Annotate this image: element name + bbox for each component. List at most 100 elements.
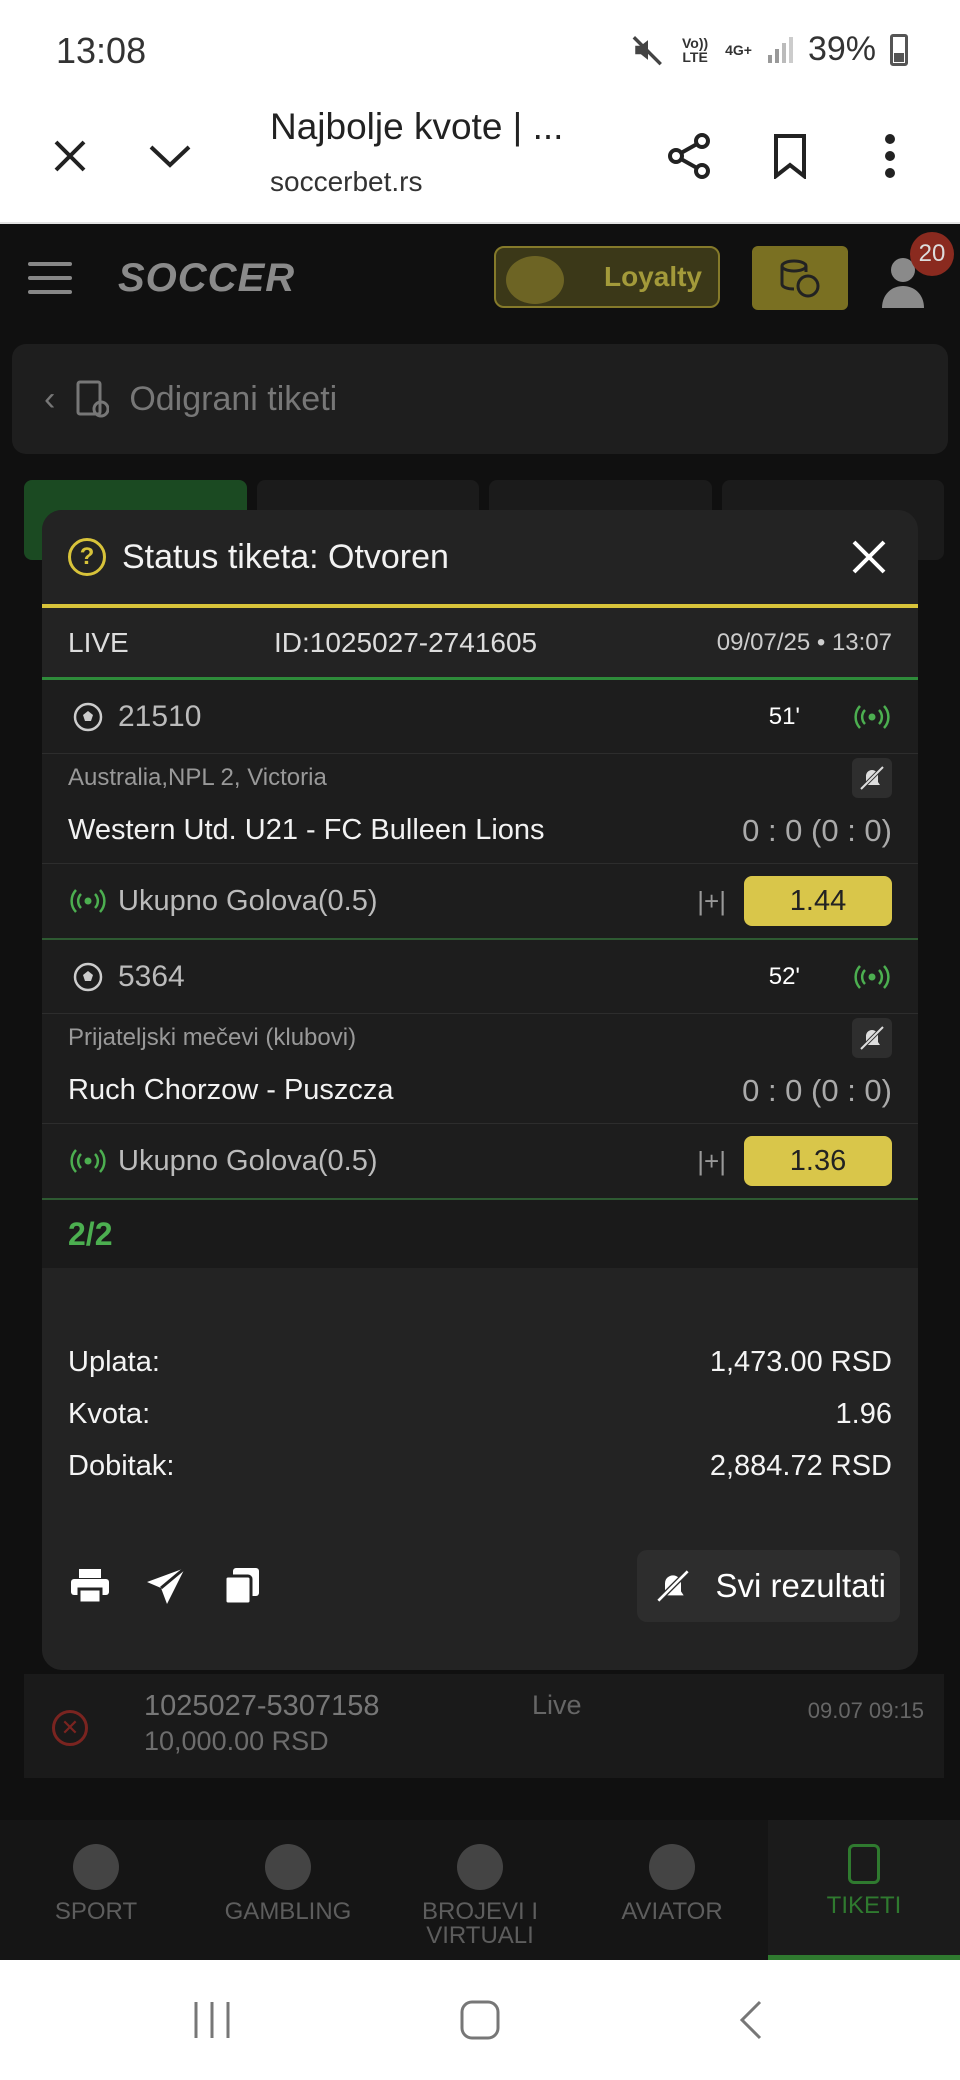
live-broadcast-icon [70, 889, 106, 913]
ticket-datetime: 09/07/25 • 13:07 [716, 628, 892, 656]
bell-off-icon[interactable] [852, 758, 892, 798]
ticket-list-row[interactable]: ✕ 1025027-5307158 10,000.00 RSD Live 09.… [24, 1674, 944, 1778]
bell-off-icon[interactable] [852, 1018, 892, 1058]
total-odd-value: 1.96 [835, 1398, 892, 1430]
payout-row: Dobitak: 2,884.72 RSD [68, 1450, 892, 1502]
event-code: 21510 [118, 699, 202, 733]
back-icon[interactable] [730, 2000, 774, 2040]
match-teams: Ruch Chorzow - Puszcza [68, 1074, 394, 1106]
site-logo[interactable]: SOCCER [118, 256, 295, 301]
pick-symbol: |+| [697, 885, 726, 916]
stake-value: 1,473.00 RSD [709, 1346, 892, 1378]
chevron-down-icon[interactable] [140, 126, 200, 186]
loyalty-button[interactable]: Loyalty [494, 246, 720, 308]
nav-label: SPORT [54, 1898, 138, 1925]
cherries-icon [265, 1844, 311, 1890]
network-label: 4G+ [725, 41, 752, 58]
basketball-icon [73, 1844, 119, 1890]
print-icon[interactable] [68, 1564, 112, 1608]
total-odd-label: Kvota: [68, 1398, 151, 1430]
mute-icon [632, 35, 663, 65]
league-name: Prijateljski mečevi (klubovi) [68, 1024, 357, 1051]
event-match-row: Ruch Chorzow - Puszcza 0 : 0 (0 : 0) [42, 1058, 918, 1124]
notification-badge: 20 [910, 232, 954, 276]
lottery-ball-icon [457, 1844, 503, 1890]
ticket-type: LIVE [68, 626, 129, 658]
live-broadcast-icon [854, 704, 890, 729]
event-card: 5364 52' Prijateljski mečevi (klubovi) R… [42, 940, 918, 1200]
site-header: SOCCER Loyalty 20 [0, 224, 960, 332]
section-header: ‹ Odigrani tiketi [12, 344, 948, 454]
loyalty-coin-icon [506, 256, 564, 304]
nav-aviator[interactable]: AVIATOR [576, 1820, 768, 1960]
nav-tiketi[interactable]: TIKETI [768, 1820, 960, 1960]
battery-icon [890, 33, 908, 66]
ticket-status-modal: ? Status tiketa: Otvoren LIVE ID:1025027… [42, 510, 918, 1670]
coins-icon [780, 259, 820, 298]
page-title[interactable]: Najbolje kvote | ... [270, 106, 563, 148]
all-results-button[interactable]: Svi rezultati [637, 1550, 900, 1622]
ticket-type: Live [532, 1690, 582, 1720]
status-icons: Vo)) LTE 4G+ 39% [631, 30, 908, 69]
close-icon[interactable] [844, 532, 894, 582]
airplane-icon [649, 1844, 695, 1890]
match-score: 0 : 0 (0 : 0) [742, 812, 892, 848]
loyalty-label: Loyalty [603, 261, 702, 292]
send-icon[interactable] [144, 1564, 188, 1608]
share-icon[interactable] [660, 126, 720, 186]
copy-icon[interactable] [220, 1564, 264, 1608]
home-icon[interactable] [458, 2000, 502, 2040]
wallet-button[interactable] [752, 246, 848, 310]
system-navigation-bar [0, 1960, 960, 2080]
match-minute: 51' [768, 702, 800, 730]
event-pick-row: Ukupno Golova(0.5) |+| 1.36 [42, 1124, 918, 1200]
selection-count: 2/2 [42, 1200, 918, 1268]
stake-label: Uplata: [68, 1346, 160, 1378]
ticket-list-icon [76, 380, 110, 418]
event-card: 21510 51' Australia,NPL 2, Victoria West… [42, 680, 918, 940]
lost-status-icon: ✕ [52, 1710, 88, 1746]
nav-sport[interactable]: SPORT [0, 1820, 192, 1960]
ticket-info-bar: LIVE ID:1025027-2741605 09/07/25 • 13:07 [42, 608, 918, 680]
event-match-row: Western Utd. U21 - FC Bulleen Lions 0 : … [42, 798, 918, 864]
battery-percent: 39% [807, 30, 876, 68]
hamburger-menu-icon[interactable] [28, 262, 72, 304]
odd-value: 1.44 [744, 876, 892, 926]
ticket-id: 1025027-5307158 [144, 1690, 380, 1722]
all-results-label: Svi rezultati [715, 1567, 886, 1604]
soccer-ball-icon [73, 702, 103, 731]
status-bar: 13:08 Vo)) LTE 4G+ 39% [0, 0, 960, 96]
total-odd-row: Kvota: 1.96 [68, 1398, 892, 1450]
nav-gambling[interactable]: GAMBLING [192, 1820, 384, 1960]
match-score: 0 : 0 (0 : 0) [742, 1072, 892, 1108]
bookmark-icon[interactable] [760, 126, 820, 186]
payout-value: 2,884.72 RSD [709, 1450, 892, 1482]
match-minute: 52' [768, 962, 800, 990]
ticket-id: ID:1025027-2741605 [274, 626, 538, 658]
nav-label: TIKETI [826, 1892, 902, 1919]
nav-label: AVIATOR [621, 1898, 723, 1925]
volte-label: Vo)) LTE [681, 34, 709, 65]
nav-numbers-virtual[interactable]: BROJEVI I VIRTUALI [384, 1820, 576, 1960]
recent-apps-icon[interactable] [190, 2000, 234, 2040]
more-menu-icon[interactable] [860, 126, 920, 186]
bell-off-icon [656, 1569, 690, 1603]
soccer-ball-icon [73, 962, 103, 991]
ticket-actions: Svi rezultati [68, 1550, 900, 1622]
ticket-amount: 10,000.00 RSD [144, 1726, 329, 1756]
nav-label: BROJEVI I VIRTUALI [421, 1898, 539, 1949]
page-url[interactable]: soccerbet.rs [270, 166, 423, 198]
browser-toolbar: Najbolje kvote | ... soccerbet.rs [0, 96, 960, 224]
close-tab-icon[interactable] [40, 126, 100, 186]
match-teams: Western Utd. U21 - FC Bulleen Lions [68, 814, 545, 846]
back-chevron-icon[interactable]: ‹ [44, 380, 55, 419]
market-name: Ukupno Golova(0.5) [118, 884, 378, 917]
live-broadcast-icon [70, 1149, 106, 1173]
section-title: Odigrani tiketi [129, 379, 338, 418]
league-name: Australia,NPL 2, Victoria [68, 764, 327, 791]
pick-symbol: |+| [697, 1145, 726, 1176]
modal-header: ? Status tiketa: Otvoren [42, 510, 918, 608]
nav-label: GAMBLING [224, 1898, 352, 1925]
event-code: 5364 [118, 959, 185, 993]
bottom-navigation: SPORT GAMBLING BROJEVI I VIRTUALI AVIATO… [0, 1820, 960, 1960]
